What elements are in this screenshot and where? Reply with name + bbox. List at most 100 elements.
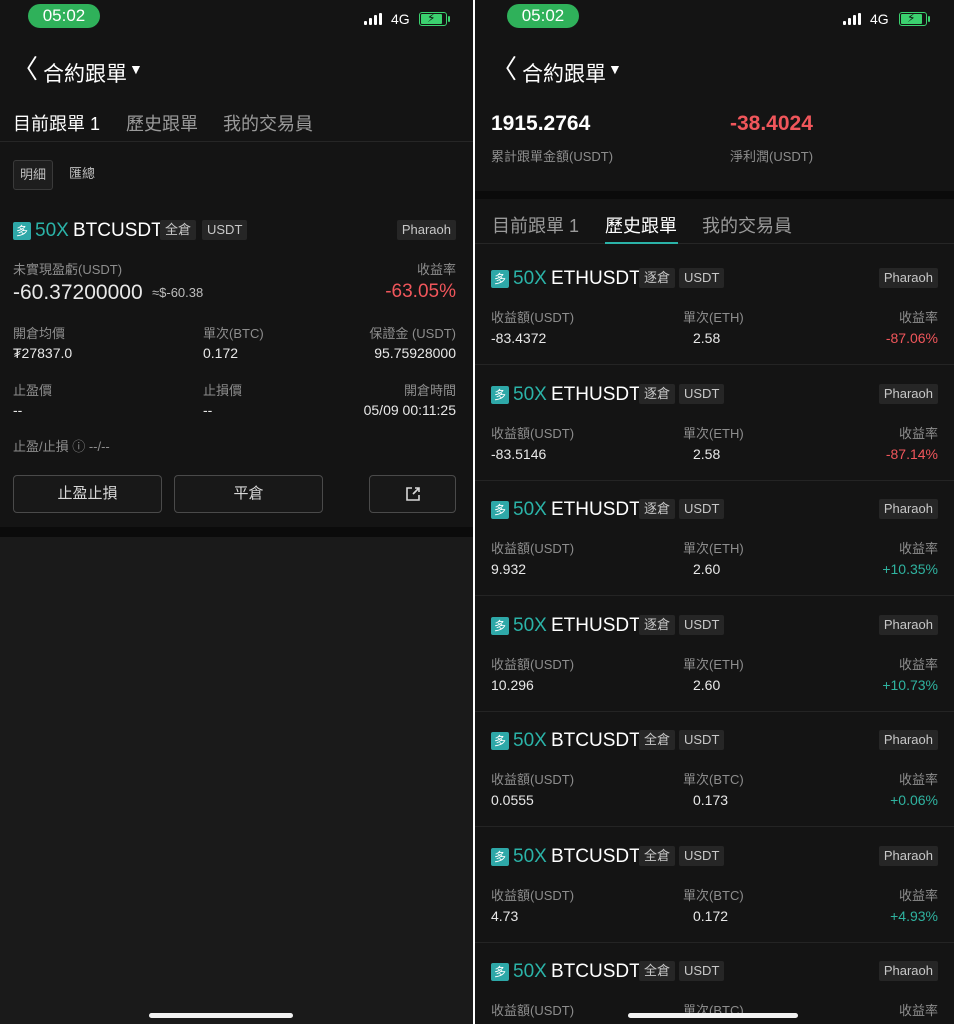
leverage-label: 50X <box>513 615 547 636</box>
symbol-label: BTCUSDT <box>551 961 641 982</box>
history-card[interactable]: 多 50X ETHUSDT 逐倉 USDT Pharaoh 收益額(USDT) -83.437… <box>475 250 954 365</box>
left-screen: 05:02 4G ⚡ 〈 合約跟單 ▼ 目前跟單 1 歷史跟單 我的交易員 明細… <box>0 0 473 1024</box>
pnl-label: 收益額(USDT) <box>491 310 575 325</box>
long-badge-icon: 多 <box>491 617 509 635</box>
page-title[interactable]: 合約跟單 <box>522 58 606 88</box>
leverage-label: 50X <box>35 220 69 241</box>
trader-tag[interactable]: Pharaoh <box>878 384 938 404</box>
size-value: 2.58 <box>693 330 721 346</box>
quote-tag: USDT <box>679 961 725 981</box>
size-value: 0.172 <box>203 345 239 361</box>
history-card[interactable]: 多 50X ETHUSDT 逐倉 USDT Pharaoh 收益額(USDT) 10.296 單… <box>475 597 954 712</box>
long-badge-icon: 多 <box>491 270 509 288</box>
roe-value: -87.06% <box>885 330 938 346</box>
history-card[interactable]: 多 50X BTCUSDT 全倉 USDT Pharaoh 收益額(USDT) 單次(BTC)… <box>475 943 954 1024</box>
trader-tag[interactable]: Pharaoh <box>396 220 456 240</box>
leverage-label: 50X <box>513 268 547 289</box>
quote-tag: USDT <box>679 730 725 750</box>
quote-tag: USDT <box>679 615 725 635</box>
margin-mode-tag: 逐倉 <box>639 499 676 519</box>
sl-price-value: -- <box>203 402 213 418</box>
page-title[interactable]: 合約跟單 <box>43 58 127 88</box>
tab-my-traders[interactable]: 我的交易員 <box>223 110 313 136</box>
roe-value: +4.93% <box>890 908 938 924</box>
network-label: 4G <box>870 11 889 27</box>
size-label: 單次(ETH) <box>683 310 744 325</box>
roe-label: 收益率 <box>898 426 938 441</box>
filter-detail[interactable]: 明細 <box>13 160 54 190</box>
tab-bar: 目前跟單 1 歷史跟單 我的交易員 <box>0 102 473 142</box>
tab-current[interactable]: 目前跟單 1 <box>13 110 100 136</box>
roe-label: 收益率 <box>416 262 456 277</box>
battery-icon: ⚡ <box>899 11 930 26</box>
status-time: 05:02 <box>28 4 100 28</box>
roe-value: -87.14% <box>885 446 938 462</box>
pnl-value: -60.37200000 <box>13 281 143 304</box>
tpsl-button[interactable]: 止盈止損 <box>13 475 162 513</box>
tab-history[interactable]: 歷史跟單 <box>605 212 677 238</box>
margin-label: 保證金 (USDT) <box>369 326 456 341</box>
pnl-approx: ≈$-60.38 <box>152 285 204 300</box>
pnl-label: 收益額(USDT) <box>491 772 575 787</box>
quote-tag: USDT <box>679 268 725 288</box>
network-label: 4G <box>391 11 410 27</box>
open-time-label: 開倉時間 <box>403 383 456 398</box>
long-badge-icon: 多 <box>13 222 31 240</box>
active-tab-indicator <box>605 242 678 244</box>
tab-current[interactable]: 目前跟單 1 <box>492 212 579 238</box>
symbol-label: ETHUSDT <box>551 268 641 289</box>
roe-label: 收益率 <box>898 772 938 787</box>
divider <box>475 191 954 199</box>
close-position-button[interactable]: 平倉 <box>174 475 323 513</box>
size-label: 單次(BTC) <box>683 888 744 903</box>
tp-price-label: 止盈價 <box>13 383 53 398</box>
trader-tag[interactable]: Pharaoh <box>878 730 938 750</box>
quote-tag: USDT <box>679 846 725 866</box>
tpsl-summary[interactable]: 止盈/止損 ⓘ --/-- <box>13 436 110 455</box>
entry-price-label: 開倉均價 <box>13 326 66 341</box>
symbol-label: BTCUSDT <box>551 846 641 867</box>
history-card[interactable]: 多 50X BTCUSDT 全倉 USDT Pharaoh 收益額(USDT) 4.73 單次(… <box>475 828 954 943</box>
pnl-label: 收益額(USDT) <box>491 426 575 441</box>
margin-mode-tag: 逐倉 <box>639 384 676 404</box>
history-card[interactable]: 多 50X ETHUSDT 逐倉 USDT Pharaoh 收益額(USDT) 9.932 單次… <box>475 481 954 596</box>
signal-icon <box>843 13 863 25</box>
margin-mode-tag: 全倉 <box>639 961 676 981</box>
tab-my-traders[interactable]: 我的交易員 <box>702 212 792 238</box>
trader-tag[interactable]: Pharaoh <box>878 499 938 519</box>
back-icon[interactable]: 〈 <box>12 54 38 84</box>
margin-mode-tag: 逐倉 <box>639 615 676 635</box>
chevron-down-icon[interactable]: ▼ <box>129 61 143 77</box>
size-value: 0.173 <box>693 792 729 808</box>
status-bar: 05:02 4G ⚡ <box>0 0 473 34</box>
home-indicator <box>149 1013 293 1018</box>
roe-label: 收益率 <box>898 1003 938 1018</box>
roe-label: 收益率 <box>898 310 938 325</box>
leverage-label: 50X <box>513 846 547 867</box>
pnl-value: -83.4372 <box>491 330 547 346</box>
roe-value: +0.06% <box>890 792 938 808</box>
trader-tag[interactable]: Pharaoh <box>878 846 938 866</box>
tab-history[interactable]: 歷史跟單 <box>126 110 198 136</box>
tab-bar: 目前跟單 1 歷史跟單 我的交易員 <box>475 204 954 244</box>
back-icon[interactable]: 〈 <box>491 54 517 84</box>
size-value: 0.172 <box>693 908 729 924</box>
leverage-label: 50X <box>513 384 547 405</box>
entry-price-value: ₮27837.0 <box>13 345 73 361</box>
total-amount-label: 累計跟單金額(USDT) <box>491 149 614 164</box>
right-screen: 05:02 4G ⚡ 〈 合約跟單 ▼ 1915.2764 累計跟單金額(USD… <box>475 0 954 1024</box>
trader-tag[interactable]: Pharaoh <box>878 615 938 635</box>
roe-value: +10.73% <box>882 677 938 693</box>
history-card[interactable]: 多 50X BTCUSDT 全倉 USDT Pharaoh 收益額(USDT) 0.0555 單… <box>475 712 954 827</box>
long-badge-icon: 多 <box>491 848 509 866</box>
share-button[interactable] <box>369 475 456 513</box>
filter-summary[interactable]: 匯總 <box>63 160 101 190</box>
roe-value: +10.35% <box>882 561 938 577</box>
home-indicator <box>628 1013 798 1018</box>
trader-tag[interactable]: Pharaoh <box>878 268 938 288</box>
trader-tag[interactable]: Pharaoh <box>878 961 938 981</box>
chevron-down-icon[interactable]: ▼ <box>608 61 622 77</box>
roe-label: 收益率 <box>898 541 938 556</box>
long-badge-icon: 多 <box>491 732 509 750</box>
history-card[interactable]: 多 50X ETHUSDT 逐倉 USDT Pharaoh 收益額(USDT) -83.514… <box>475 366 954 481</box>
